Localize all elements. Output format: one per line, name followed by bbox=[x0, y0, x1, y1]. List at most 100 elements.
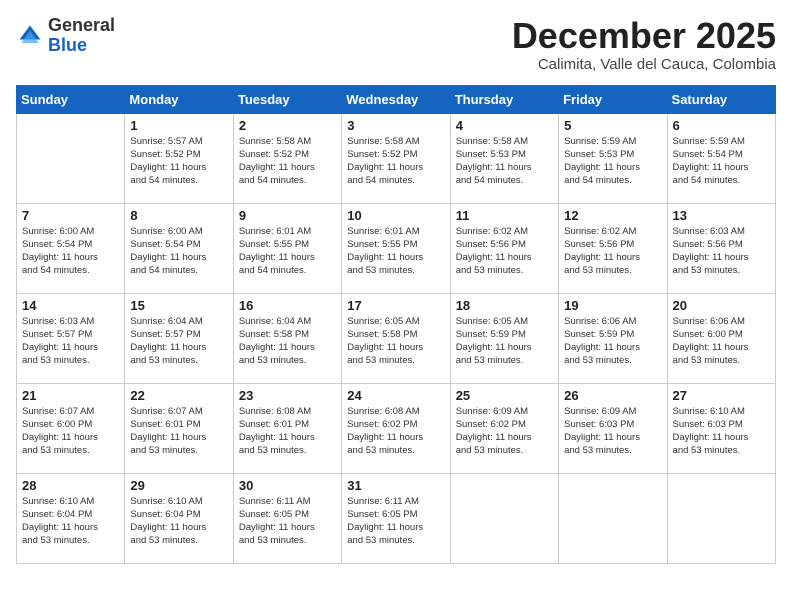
calendar-cell: 31 Sunrise: 6:11 AM Sunset: 6:05 PM Dayli… bbox=[342, 473, 450, 563]
day-info: Sunrise: 6:00 AM Sunset: 5:54 PM Dayligh… bbox=[130, 225, 227, 278]
day-number: 23 bbox=[239, 388, 336, 403]
day-header-friday: Friday bbox=[559, 85, 667, 113]
day-info: Sunrise: 6:11 AM Sunset: 6:05 PM Dayligh… bbox=[239, 495, 336, 548]
day-info: Sunrise: 6:02 AM Sunset: 5:56 PM Dayligh… bbox=[456, 225, 553, 278]
calendar: SundayMondayTuesdayWednesdayThursdayFrid… bbox=[16, 85, 776, 564]
calendar-cell: 9 Sunrise: 6:01 AM Sunset: 5:55 PM Daylig… bbox=[233, 203, 341, 293]
calendar-week-row: 21Sunrise: 6:07 AM Sunset: 6:00 PM Dayli… bbox=[17, 383, 776, 473]
day-info: Sunrise: 6:01 AM Sunset: 5:55 PM Dayligh… bbox=[347, 225, 444, 278]
day-info: Sunrise: 6:08 AM Sunset: 6:02 PM Dayligh… bbox=[347, 405, 444, 458]
day-info: Sunrise: 6:05 AM Sunset: 5:58 PM Dayligh… bbox=[347, 315, 444, 368]
calendar-cell: 14Sunrise: 6:03 AM Sunset: 5:57 PM Dayli… bbox=[17, 293, 125, 383]
calendar-cell: 13 Sunrise: 6:03 AM Sunset: 5:56 PM Dayli… bbox=[667, 203, 775, 293]
calendar-cell: 4 Sunrise: 5:58 AM Sunset: 5:53 PM Daylig… bbox=[450, 113, 558, 203]
calendar-cell bbox=[17, 113, 125, 203]
day-info: Sunrise: 5:58 AM Sunset: 5:52 PM Dayligh… bbox=[239, 135, 336, 188]
calendar-cell: 27Sunrise: 6:10 AM Sunset: 6:03 PM Dayli… bbox=[667, 383, 775, 473]
day-info: Sunrise: 6:10 AM Sunset: 6:03 PM Dayligh… bbox=[673, 405, 770, 458]
day-number: 20 bbox=[673, 298, 770, 313]
day-number: 11 bbox=[456, 208, 553, 223]
day-info: Sunrise: 6:10 AM Sunset: 6:04 PM Dayligh… bbox=[22, 495, 119, 548]
day-number: 4 bbox=[456, 118, 553, 133]
day-info: Sunrise: 5:57 AM Sunset: 5:52 PM Dayligh… bbox=[130, 135, 227, 188]
calendar-cell: 30 Sunrise: 6:11 AM Sunset: 6:05 PM Dayli… bbox=[233, 473, 341, 563]
day-info: Sunrise: 6:03 AM Sunset: 5:56 PM Dayligh… bbox=[673, 225, 770, 278]
day-number: 22 bbox=[130, 388, 227, 403]
day-info: Sunrise: 6:09 AM Sunset: 6:03 PM Dayligh… bbox=[564, 405, 661, 458]
calendar-cell: 19Sunrise: 6:06 AM Sunset: 5:59 PM Dayli… bbox=[559, 293, 667, 383]
calendar-cell: 24 Sunrise: 6:08 AM Sunset: 6:02 PM Dayli… bbox=[342, 383, 450, 473]
logo-icon bbox=[16, 22, 44, 50]
calendar-week-row: 1 Sunrise: 5:57 AM Sunset: 5:52 PM Daylig… bbox=[17, 113, 776, 203]
day-info: Sunrise: 5:58 AM Sunset: 5:53 PM Dayligh… bbox=[456, 135, 553, 188]
logo-blue: Blue bbox=[48, 36, 115, 56]
day-info: Sunrise: 6:06 AM Sunset: 6:00 PM Dayligh… bbox=[673, 315, 770, 368]
day-info: Sunrise: 6:01 AM Sunset: 5:55 PM Dayligh… bbox=[239, 225, 336, 278]
day-number: 19 bbox=[564, 298, 661, 313]
day-number: 17 bbox=[347, 298, 444, 313]
day-info: Sunrise: 6:02 AM Sunset: 5:56 PM Dayligh… bbox=[564, 225, 661, 278]
calendar-cell bbox=[667, 473, 775, 563]
day-info: Sunrise: 5:58 AM Sunset: 5:52 PM Dayligh… bbox=[347, 135, 444, 188]
day-number: 2 bbox=[239, 118, 336, 133]
day-number: 16 bbox=[239, 298, 336, 313]
calendar-cell: 2 Sunrise: 5:58 AM Sunset: 5:52 PM Daylig… bbox=[233, 113, 341, 203]
day-number: 10 bbox=[347, 208, 444, 223]
calendar-week-row: 28Sunrise: 6:10 AM Sunset: 6:04 PM Dayli… bbox=[17, 473, 776, 563]
day-header-saturday: Saturday bbox=[667, 85, 775, 113]
day-header-sunday: Sunday bbox=[17, 85, 125, 113]
day-info: Sunrise: 6:09 AM Sunset: 6:02 PM Dayligh… bbox=[456, 405, 553, 458]
day-number: 25 bbox=[456, 388, 553, 403]
calendar-cell: 7Sunrise: 6:00 AM Sunset: 5:54 PM Daylig… bbox=[17, 203, 125, 293]
day-number: 14 bbox=[22, 298, 119, 313]
calendar-cell bbox=[559, 473, 667, 563]
day-number: 24 bbox=[347, 388, 444, 403]
calendar-cell: 16 Sunrise: 6:04 AM Sunset: 5:58 PM Dayli… bbox=[233, 293, 341, 383]
day-info: Sunrise: 5:59 AM Sunset: 5:53 PM Dayligh… bbox=[564, 135, 661, 188]
day-number: 29 bbox=[130, 478, 227, 493]
calendar-week-row: 7Sunrise: 6:00 AM Sunset: 5:54 PM Daylig… bbox=[17, 203, 776, 293]
calendar-cell: 28Sunrise: 6:10 AM Sunset: 6:04 PM Dayli… bbox=[17, 473, 125, 563]
day-number: 1 bbox=[130, 118, 227, 133]
calendar-cell: 1 Sunrise: 5:57 AM Sunset: 5:52 PM Daylig… bbox=[125, 113, 233, 203]
day-header-wednesday: Wednesday bbox=[342, 85, 450, 113]
calendar-week-row: 14Sunrise: 6:03 AM Sunset: 5:57 PM Dayli… bbox=[17, 293, 776, 383]
calendar-cell: 6 Sunrise: 5:59 AM Sunset: 5:54 PM Daylig… bbox=[667, 113, 775, 203]
day-number: 26 bbox=[564, 388, 661, 403]
calendar-cell: 3Sunrise: 5:58 AM Sunset: 5:52 PM Daylig… bbox=[342, 113, 450, 203]
calendar-cell: 17 Sunrise: 6:05 AM Sunset: 5:58 PM Dayli… bbox=[342, 293, 450, 383]
day-info: Sunrise: 6:05 AM Sunset: 5:59 PM Dayligh… bbox=[456, 315, 553, 368]
calendar-cell: 22 Sunrise: 6:07 AM Sunset: 6:01 PM Dayli… bbox=[125, 383, 233, 473]
day-info: Sunrise: 6:10 AM Sunset: 6:04 PM Dayligh… bbox=[130, 495, 227, 548]
day-info: Sunrise: 6:11 AM Sunset: 6:05 PM Dayligh… bbox=[347, 495, 444, 548]
day-info: Sunrise: 5:59 AM Sunset: 5:54 PM Dayligh… bbox=[673, 135, 770, 188]
day-header-thursday: Thursday bbox=[450, 85, 558, 113]
logo-general: General bbox=[48, 16, 115, 36]
day-info: Sunrise: 6:08 AM Sunset: 6:01 PM Dayligh… bbox=[239, 405, 336, 458]
calendar-cell: 26 Sunrise: 6:09 AM Sunset: 6:03 PM Dayli… bbox=[559, 383, 667, 473]
calendar-cell: 25 Sunrise: 6:09 AM Sunset: 6:02 PM Dayli… bbox=[450, 383, 558, 473]
day-info: Sunrise: 6:00 AM Sunset: 5:54 PM Dayligh… bbox=[22, 225, 119, 278]
day-number: 12 bbox=[564, 208, 661, 223]
calendar-cell: 10 Sunrise: 6:01 AM Sunset: 5:55 PM Dayli… bbox=[342, 203, 450, 293]
day-number: 31 bbox=[347, 478, 444, 493]
day-info: Sunrise: 6:07 AM Sunset: 6:01 PM Dayligh… bbox=[130, 405, 227, 458]
calendar-cell: 5 Sunrise: 5:59 AM Sunset: 5:53 PM Daylig… bbox=[559, 113, 667, 203]
day-number: 9 bbox=[239, 208, 336, 223]
day-number: 13 bbox=[673, 208, 770, 223]
day-info: Sunrise: 6:04 AM Sunset: 5:57 PM Dayligh… bbox=[130, 315, 227, 368]
location: Calimita, Valle del Cauca, Colombia bbox=[512, 56, 776, 73]
day-number: 30 bbox=[239, 478, 336, 493]
day-info: Sunrise: 6:07 AM Sunset: 6:00 PM Dayligh… bbox=[22, 405, 119, 458]
logo: General Blue bbox=[16, 16, 115, 56]
day-number: 5 bbox=[564, 118, 661, 133]
calendar-header-row: SundayMondayTuesdayWednesdayThursdayFrid… bbox=[17, 85, 776, 113]
calendar-cell: 23 Sunrise: 6:08 AM Sunset: 6:01 PM Dayli… bbox=[233, 383, 341, 473]
title-block: December 2025 Calimita, Valle del Cauca,… bbox=[512, 16, 776, 73]
calendar-cell bbox=[450, 473, 558, 563]
day-info: Sunrise: 6:04 AM Sunset: 5:58 PM Dayligh… bbox=[239, 315, 336, 368]
calendar-cell: 29 Sunrise: 6:10 AM Sunset: 6:04 PM Dayli… bbox=[125, 473, 233, 563]
calendar-cell: 18Sunrise: 6:05 AM Sunset: 5:59 PM Dayli… bbox=[450, 293, 558, 383]
day-number: 6 bbox=[673, 118, 770, 133]
logo-text: General Blue bbox=[48, 16, 115, 56]
